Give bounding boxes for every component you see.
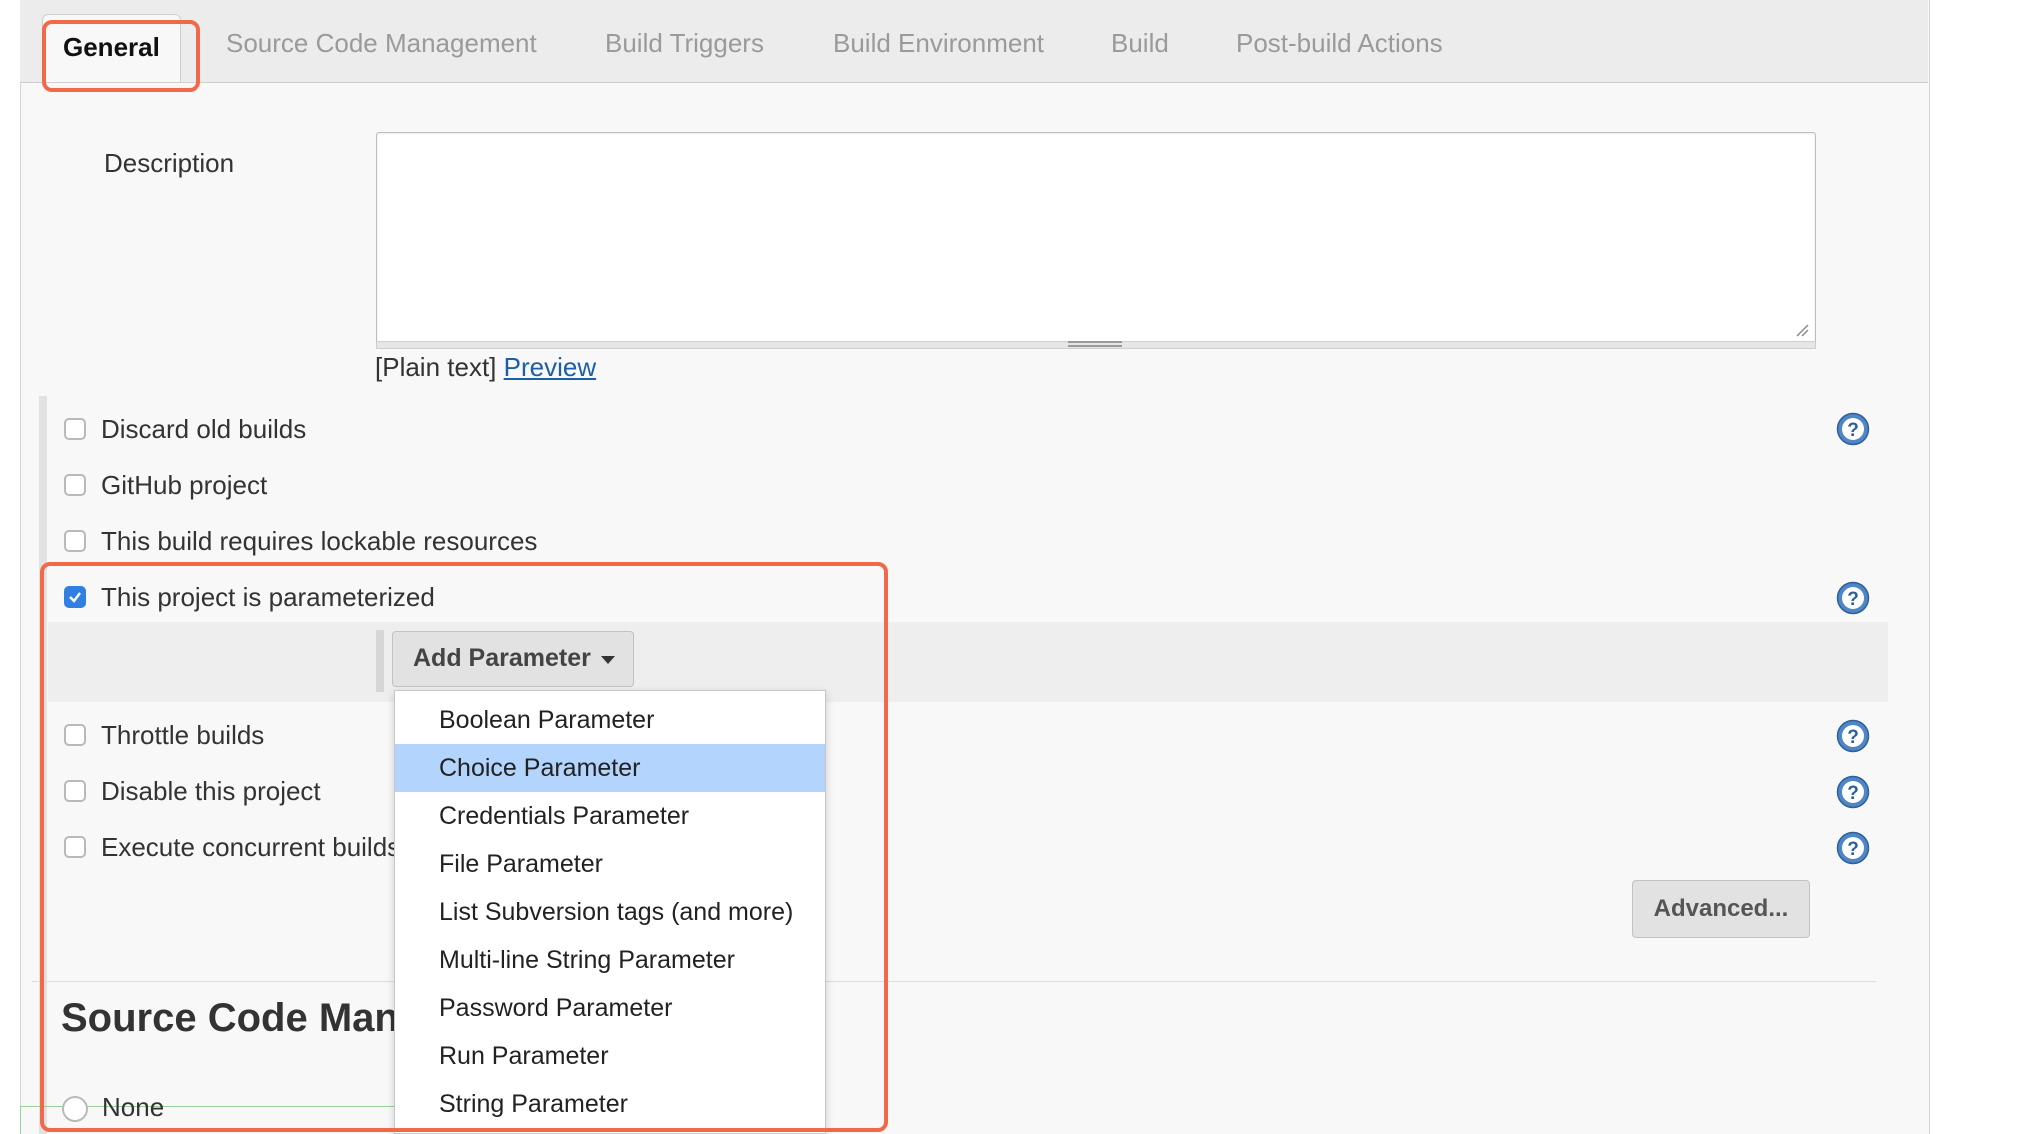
option-label: Throttle builds (101, 720, 265, 750)
tab-build[interactable]: Build (1111, 28, 1169, 59)
description-textarea[interactable] (376, 132, 1816, 344)
menu-item-credentials-parameter[interactable]: Credentials Parameter (395, 792, 825, 840)
drag-handle-icon[interactable] (1068, 341, 1122, 347)
help-icon[interactable]: ? (1836, 581, 1870, 615)
option-label: This build requires lockable resources (101, 526, 538, 556)
svg-text:?: ? (1847, 727, 1859, 748)
preview-link[interactable]: Preview (504, 352, 596, 382)
option-label: This project is parameterized (101, 582, 435, 612)
tab-build-triggers[interactable]: Build Triggers (605, 28, 764, 59)
description-label: Description (104, 148, 235, 178)
add-parameter-button[interactable]: Add Parameter (392, 631, 634, 687)
help-icon[interactable]: ? (1836, 775, 1870, 809)
svg-text:?: ? (1847, 420, 1859, 441)
help-icon[interactable]: ? (1836, 719, 1870, 753)
tab-build-environment[interactable]: Build Environment (833, 28, 1044, 59)
option-label: Discard old builds (101, 414, 307, 444)
menu-item-run-parameter[interactable]: Run Parameter (395, 1032, 825, 1080)
parameter-indent-bar (376, 630, 384, 692)
checkbox[interactable] (64, 780, 86, 802)
svg-text:?: ? (1847, 783, 1859, 804)
checkbox[interactable] (64, 530, 86, 552)
resize-grip-icon[interactable] (1795, 323, 1809, 337)
tab-post-build-actions[interactable]: Post-build Actions (1236, 28, 1443, 59)
help-icon[interactable]: ? (1836, 412, 1870, 446)
svg-text:?: ? (1847, 839, 1859, 860)
tab-general[interactable]: General (42, 14, 181, 82)
help-icon[interactable]: ? (1836, 831, 1870, 865)
checkmark-icon (69, 592, 81, 603)
description-format-line: [Plain text] Preview (375, 352, 596, 383)
format-text: [Plain text] (375, 352, 497, 382)
menu-item-multi-line-string-parameter[interactable]: Multi-line String Parameter (395, 936, 825, 984)
tab-source-code-management[interactable]: Source Code Management (226, 28, 537, 59)
advanced-button[interactable]: Advanced... (1632, 880, 1810, 938)
checkbox[interactable] (64, 724, 86, 746)
checkbox[interactable] (64, 836, 86, 858)
checkbox[interactable] (64, 474, 86, 496)
section-divider (32, 981, 1876, 982)
checkbox-checked[interactable] (64, 586, 86, 608)
scm-none-label: None (102, 1092, 165, 1122)
scm-section-title: Source Code Man (61, 996, 399, 1040)
caret-down-icon (601, 656, 615, 664)
option-label: Disable this project (101, 776, 321, 806)
menu-item-list-subversion-tags[interactable]: List Subversion tags (and more) (395, 888, 825, 936)
menu-item-choice-parameter[interactable]: Choice Parameter (395, 744, 825, 792)
option-label: Execute concurrent builds (101, 832, 401, 862)
menu-item-password-parameter[interactable]: Password Parameter (395, 984, 825, 1032)
checkbox[interactable] (64, 418, 86, 440)
menu-item-string-parameter[interactable]: String Parameter (395, 1080, 825, 1128)
svg-text:?: ? (1847, 589, 1859, 610)
parameter-area (48, 622, 1888, 702)
scm-none-radio[interactable] (62, 1096, 88, 1122)
add-parameter-label: Add Parameter (413, 644, 591, 672)
section-indent-bar (39, 396, 47, 1134)
option-label: GitHub project (101, 470, 268, 500)
menu-item-boolean-parameter[interactable]: Boolean Parameter (395, 696, 825, 744)
menu-item-file-parameter[interactable]: File Parameter (395, 840, 825, 888)
add-parameter-menu: Boolean Parameter Choice Parameter Crede… (394, 690, 826, 1134)
